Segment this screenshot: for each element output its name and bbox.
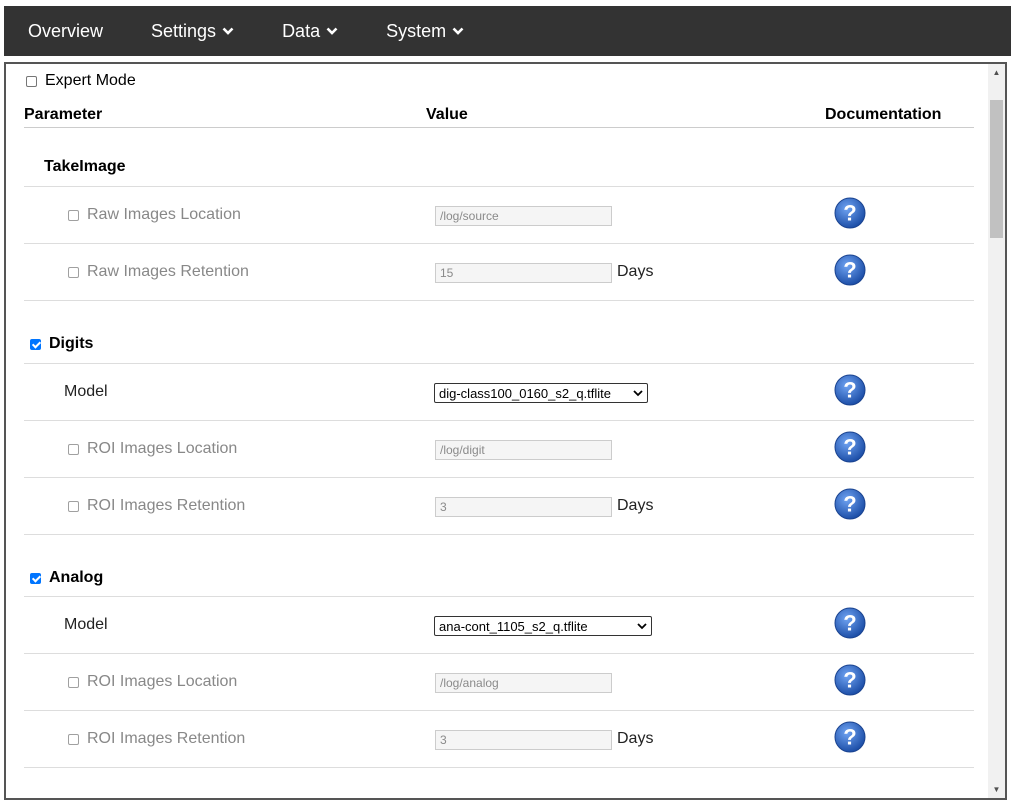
header-value: Value	[426, 106, 468, 123]
table-row: ROI Images Location /log/analog ?	[24, 654, 974, 711]
select-value: dig-class100_0160_s2_q.tflite	[439, 385, 612, 401]
svg-text:?: ?	[843, 611, 856, 636]
svg-text:?: ?	[843, 492, 856, 517]
param-raw-images-retention: Raw Images Retention	[68, 263, 249, 281]
analog-roi-location-checkbox[interactable]	[68, 676, 79, 688]
analog-roi-retention-checkbox[interactable]	[68, 733, 79, 745]
expert-mode-checkbox[interactable]	[26, 75, 37, 87]
unit-label: Days	[617, 730, 654, 747]
svg-text:?: ?	[843, 258, 856, 283]
unit-label: Days	[617, 497, 654, 514]
svg-text:?: ?	[843, 668, 856, 693]
param-label: Raw Images Location	[87, 206, 241, 223]
section-title-takeimage: TakeImage	[44, 158, 126, 175]
select-value: ana-cont_1105_s2_q.tflite	[439, 618, 588, 634]
raw-images-location-checkbox[interactable]	[68, 209, 79, 221]
nav-overview-label: Overview	[28, 20, 104, 41]
vertical-scrollbar[interactable]: ▲ ▼	[988, 64, 1005, 798]
table-row: ROI Images Location /log/digit ?	[24, 421, 974, 478]
digits-roi-location-input[interactable]: /log/digit	[435, 440, 612, 460]
expert-mode-toggle[interactable]: Expert Mode	[26, 72, 136, 90]
raw-images-retention-input[interactable]: 15	[435, 263, 612, 283]
param-analog-roi-location: ROI Images Location	[68, 673, 237, 691]
analog-model-select[interactable]: ana-cont_1105_s2_q.tflite	[434, 616, 652, 636]
scroll-down-arrow-icon[interactable]: ▼	[988, 781, 1005, 798]
digits-model-select[interactable]: dig-class100_0160_s2_q.tflite	[434, 383, 648, 403]
question-help-icon[interactable]: ?	[834, 431, 866, 463]
param-digits-model: Model	[64, 383, 108, 400]
svg-text:?: ?	[843, 378, 856, 403]
param-raw-images-location: Raw Images Location	[68, 206, 241, 224]
analog-roi-location-input[interactable]: /log/analog	[435, 673, 612, 693]
digits-roi-retention-input[interactable]: 3	[435, 497, 612, 517]
question-help-icon[interactable]: ?	[834, 254, 866, 286]
scroll-thumb[interactable]	[990, 100, 1003, 238]
param-label: ROI Images Location	[87, 673, 238, 690]
nav-data-label: Data	[282, 20, 321, 41]
param-label: ROI Images Retention	[87, 730, 246, 747]
section-analog: Analog	[24, 535, 974, 597]
raw-images-location-input[interactable]: /log/source	[435, 206, 612, 226]
question-help-icon[interactable]: ?	[834, 607, 866, 639]
config-frame: Expert Mode Parameter Value Documentatio…	[4, 62, 1007, 800]
chevron-down-icon	[452, 27, 464, 36]
table-row: Raw Images Location /log/source ?	[24, 187, 974, 244]
analog-roi-retention-input[interactable]: 3	[435, 730, 612, 750]
nav-system[interactable]: System	[362, 6, 488, 56]
param-label: ROI Images Location	[87, 440, 238, 457]
section-title-analog[interactable]: Analog	[30, 569, 103, 587]
raw-images-retention-checkbox[interactable]	[68, 266, 79, 278]
unit-label: Days	[617, 263, 654, 280]
param-label: ROI Images Retention	[87, 497, 246, 514]
param-digits-roi-location: ROI Images Location	[68, 440, 237, 458]
nav-overview[interactable]: Overview	[4, 6, 127, 56]
scroll-up-arrow-icon[interactable]: ▲	[988, 64, 1005, 81]
expert-mode-label: Expert Mode	[45, 72, 136, 89]
table-row: ROI Images Retention 3 Days ?	[24, 478, 974, 535]
digits-roi-retention-checkbox[interactable]	[68, 500, 79, 512]
digits-roi-location-checkbox[interactable]	[68, 443, 79, 455]
analog-enable-checkbox[interactable]	[30, 572, 41, 584]
section-takeimage: TakeImage	[24, 128, 974, 187]
param-label: Raw Images Retention	[87, 263, 249, 280]
nav-data[interactable]: Data	[258, 6, 362, 56]
header-parameter: Parameter	[24, 106, 103, 123]
header-documentation: Documentation	[825, 106, 942, 123]
top-navbar: Overview Settings Data System	[4, 6, 1011, 56]
param-analog-model: Model	[64, 616, 108, 633]
table-row: Model dig-class100_0160_s2_q.tflite ?	[24, 364, 974, 421]
svg-text:?: ?	[843, 201, 856, 226]
config-content: Expert Mode Parameter Value Documentatio…	[6, 64, 988, 798]
nav-settings[interactable]: Settings	[127, 6, 258, 56]
nav-settings-label: Settings	[151, 20, 217, 41]
svg-text:?: ?	[843, 725, 856, 750]
question-help-icon[interactable]: ?	[834, 197, 866, 229]
table-row: Model ana-cont_1105_s2_q.tflite ?	[24, 597, 974, 654]
question-help-icon[interactable]: ?	[834, 488, 866, 520]
param-analog-roi-retention: ROI Images Retention	[68, 730, 245, 748]
question-help-icon[interactable]: ?	[834, 374, 866, 406]
chevron-down-icon	[633, 389, 643, 397]
section-digits: Digits	[24, 301, 974, 364]
svg-text:?: ?	[843, 435, 856, 460]
section-title-label: Digits	[49, 335, 94, 352]
table-row: Raw Images Retention 15 Days ?	[24, 244, 974, 301]
table-header: Parameter Value Documentation	[24, 106, 974, 128]
param-digits-roi-retention: ROI Images Retention	[68, 497, 245, 515]
question-help-icon[interactable]: ?	[834, 664, 866, 696]
section-title-label: Analog	[49, 569, 104, 586]
digits-enable-checkbox[interactable]	[30, 338, 41, 350]
nav-system-label: System	[386, 20, 447, 41]
chevron-down-icon	[637, 622, 647, 630]
section-title-digits[interactable]: Digits	[30, 335, 93, 353]
chevron-down-icon	[222, 27, 234, 36]
chevron-down-icon	[326, 27, 338, 36]
question-help-icon[interactable]: ?	[834, 721, 866, 753]
table-row: ROI Images Retention 3 Days ?	[24, 711, 974, 768]
